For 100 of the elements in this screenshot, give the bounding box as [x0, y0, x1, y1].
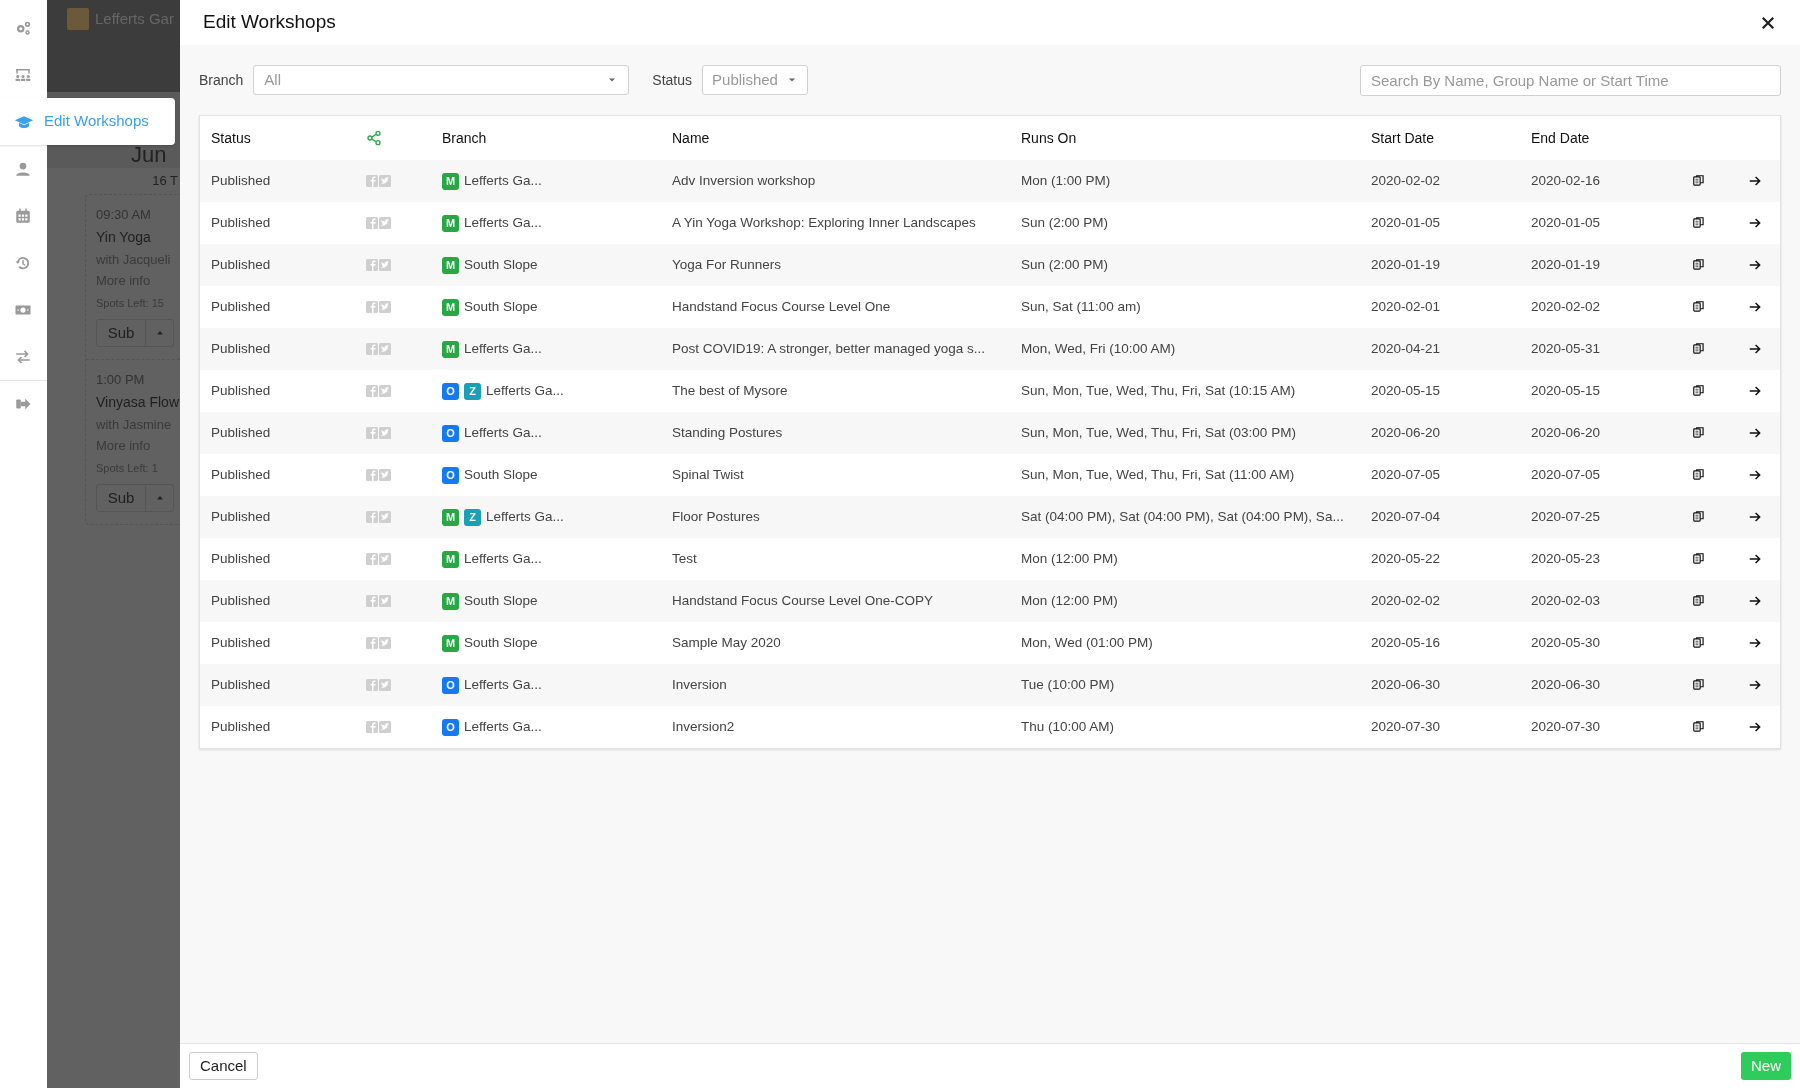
- facebook-icon: [366, 217, 378, 229]
- modal-title: Edit Workshops: [203, 10, 336, 35]
- twitter-icon: [379, 721, 391, 733]
- runs-on-cell-text: Mon (12:00 PM): [1020, 549, 1119, 568]
- runs-on-cell-text: Sun, Mon, Tue, Wed, Thu, Fri, Sat (03:00 PM): [1020, 423, 1297, 442]
- branch-cell-text: Lefferts Ga...: [486, 381, 564, 400]
- branch-tag: M: [442, 508, 459, 526]
- status-cell-text: Published: [210, 717, 272, 736]
- arrow-right-icon[interactable]: [1748, 216, 1762, 230]
- sidebar-item[interactable]: Edit Workshops: [0, 98, 175, 145]
- copy-icon[interactable]: [1692, 258, 1706, 272]
- copy-icon[interactable]: [1692, 510, 1706, 524]
- facebook-icon: [366, 301, 378, 313]
- twitter-icon: [379, 637, 391, 649]
- copy-icon[interactable]: [1692, 636, 1706, 650]
- name-cell-text: Inversion2: [671, 717, 736, 736]
- branch-cell-text: Lefferts Ga...: [464, 717, 542, 736]
- branch-cell-text: South Slope: [464, 465, 538, 484]
- start-date-cell-text: 2020-06-30: [1370, 675, 1442, 694]
- status-cell-text: Published: [210, 591, 272, 610]
- status-cell-text: Published: [210, 171, 272, 190]
- branch-tag: O: [442, 424, 459, 442]
- branch-tag: M: [442, 214, 459, 232]
- branch-tag: Z: [464, 382, 481, 400]
- arrow-right-icon[interactable]: [1748, 174, 1762, 188]
- arrow-right-icon[interactable]: [1748, 300, 1762, 314]
- copy-icon[interactable]: [1692, 426, 1706, 440]
- start-date-cell-text: 2020-02-02: [1370, 171, 1442, 190]
- arrow-right-icon[interactable]: [1748, 384, 1762, 398]
- cancel-button[interactable]: Cancel: [189, 1052, 258, 1080]
- arrow-right-icon[interactable]: [1748, 342, 1762, 356]
- end-date-cell-text: 2020-06-20: [1530, 423, 1602, 442]
- end-date-cell-text: 2020-07-30: [1530, 717, 1602, 736]
- copy-icon[interactable]: [1692, 174, 1706, 188]
- facebook-icon: [366, 679, 378, 691]
- start-date-cell-text: 2020-05-15: [1370, 381, 1442, 400]
- twitter-icon: [379, 553, 391, 565]
- start-date-cell-text: 2020-06-20: [1370, 423, 1442, 442]
- arrow-right-icon[interactable]: [1748, 552, 1762, 566]
- status-cell-text: Published: [210, 465, 272, 484]
- day-label: 16 T: [152, 172, 178, 191]
- arrow-right-icon[interactable]: [1748, 510, 1762, 524]
- new-button[interactable]: New: [1741, 1052, 1791, 1080]
- end-date-cell-text: 2020-07-25: [1530, 507, 1602, 526]
- column-header: Start Date: [1370, 128, 1436, 148]
- status-cell-text: Published: [210, 381, 272, 400]
- name-cell-text: Handstand Focus Course Level One: [671, 297, 892, 316]
- name-cell-text: Standing Postures: [671, 423, 784, 442]
- branch-dropdown[interactable]: All: [253, 65, 630, 95]
- arrow-right-icon[interactable]: [1748, 468, 1762, 482]
- copy-icon[interactable]: [1692, 300, 1706, 314]
- branch-tag: O: [442, 382, 459, 400]
- runs-on-cell-text: Mon (12:00 PM): [1020, 591, 1119, 610]
- arrow-right-icon[interactable]: [1748, 594, 1762, 608]
- facebook-icon: [366, 595, 378, 607]
- copy-icon[interactable]: [1692, 552, 1706, 566]
- sub-button[interactable]: Sub: [96, 484, 146, 512]
- arrow-right-icon[interactable]: [1748, 426, 1762, 440]
- name-cell-text: Sample May 2020: [671, 633, 782, 652]
- copy-icon[interactable]: [1692, 594, 1706, 608]
- end-date-cell-text: 2020-05-15: [1530, 381, 1602, 400]
- start-date-cell-text: 2020-05-22: [1370, 549, 1442, 568]
- twitter-icon: [379, 469, 391, 481]
- arrow-right-icon[interactable]: [1748, 678, 1762, 692]
- twitter-icon: [379, 511, 391, 523]
- status-cell-text: Published: [210, 213, 272, 232]
- copy-icon[interactable]: [1692, 384, 1706, 398]
- arrow-right-icon[interactable]: [1748, 636, 1762, 650]
- status-cell-text: Published: [210, 255, 272, 274]
- branch-cell-text: Lefferts Ga...: [464, 213, 542, 232]
- start-date-cell-text: 2020-07-04: [1370, 507, 1442, 526]
- copy-icon[interactable]: [1692, 468, 1706, 482]
- column-header: Branch: [441, 128, 488, 148]
- status-cell-text: Published: [210, 633, 272, 652]
- user-icon[interactable]: [14, 160, 32, 178]
- column-header: End Date: [1530, 128, 1591, 148]
- branch-tag: M: [442, 172, 459, 190]
- copy-icon[interactable]: [1692, 678, 1706, 692]
- status-dropdown[interactable]: Published: [702, 65, 808, 95]
- branch-tag: M: [442, 550, 459, 568]
- start-date-cell-text: 2020-01-19: [1370, 255, 1442, 274]
- search-field[interactable]: Search By Name, Group Name or Start Time: [1360, 64, 1781, 96]
- twitter-icon: [379, 385, 391, 397]
- copy-icon[interactable]: [1692, 216, 1706, 230]
- name-cell-text: Inversion: [671, 675, 728, 694]
- column-header: Runs On: [1020, 128, 1078, 148]
- branch-tag: O: [442, 718, 459, 736]
- copy-icon[interactable]: [1692, 720, 1706, 734]
- runs-on-cell-text: Sun, Mon, Tue, Wed, Thu, Fri, Sat (10:15 AM): [1020, 381, 1297, 400]
- status-label: Status: [652, 70, 693, 90]
- calendar-icon[interactable]: [14, 206, 32, 225]
- arrow-right-icon[interactable]: [1748, 258, 1762, 272]
- start-date-cell-text: 2020-07-30: [1370, 717, 1442, 736]
- copy-icon[interactable]: [1692, 342, 1706, 356]
- start-date-cell-text: 2020-07-05: [1370, 465, 1442, 484]
- column-header: Name: [671, 128, 711, 148]
- arrow-right-icon[interactable]: [1748, 720, 1762, 734]
- status-cell-text: Published: [210, 297, 272, 316]
- runs-on-cell-text: Sun (2:00 PM): [1020, 213, 1110, 232]
- sub-button[interactable]: Sub: [96, 319, 146, 347]
